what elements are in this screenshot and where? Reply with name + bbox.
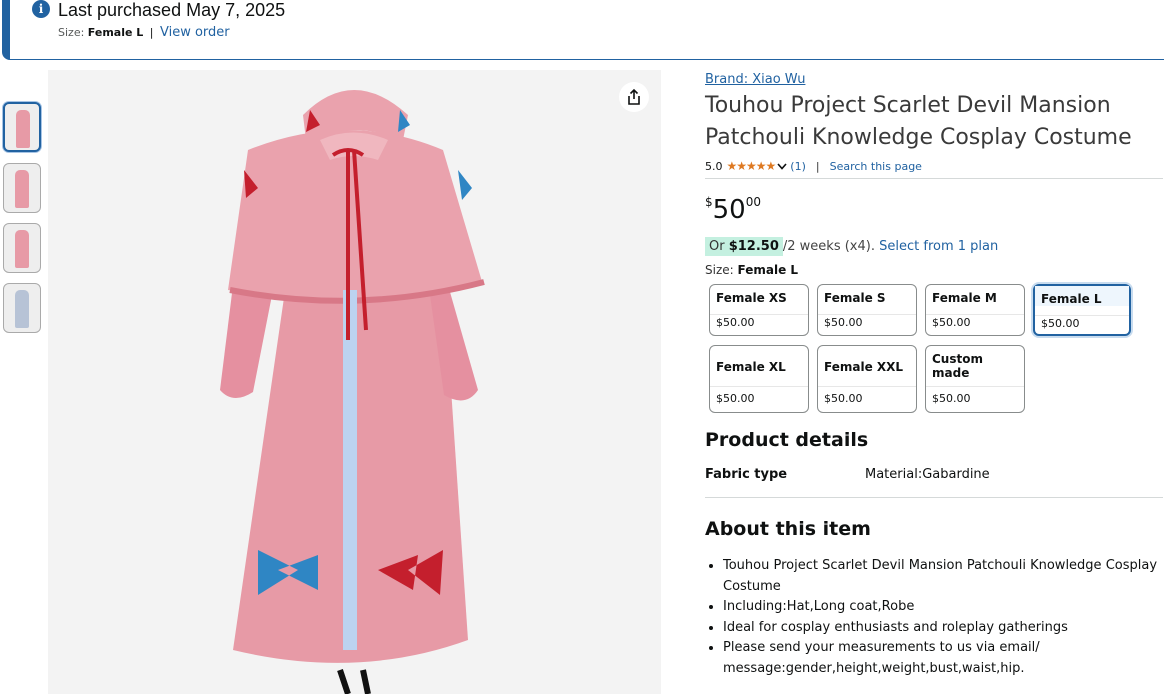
size-option-female-m[interactable]: Female M $50.00 xyxy=(925,284,1025,336)
about-bullet: Please send your measurements to us via … xyxy=(723,638,1164,679)
about-bullet: Ideal for cosplay enthusiasts and rolepl… xyxy=(723,618,1164,639)
separator: | xyxy=(815,159,820,173)
size-option-female-xl[interactable]: Female XL $50.00 xyxy=(709,345,809,413)
size-option-female-xxl[interactable]: Female XXL $50.00 xyxy=(817,345,917,413)
divider xyxy=(818,386,916,387)
thumbnail-4[interactable] xyxy=(3,283,41,333)
thumbnail-costume-image xyxy=(15,290,29,328)
product-details-heading: Product details xyxy=(705,429,869,451)
search-page-link[interactable]: Search this page xyxy=(830,160,922,173)
size-option-name: Female XL xyxy=(716,360,786,374)
price-symbol: $ xyxy=(705,195,713,209)
plan-or: Or xyxy=(709,239,725,254)
about-bullet: Touhou Project Scarlet Devil Mansion Pat… xyxy=(723,556,1164,597)
price: $5000 xyxy=(705,195,761,225)
select-plan-link[interactable]: Select from 1 plan xyxy=(879,239,998,254)
divider xyxy=(710,386,808,387)
star-rating-icon[interactable]: ★★★★★ xyxy=(727,159,777,173)
size-option-female-l[interactable]: Female L $50.00 xyxy=(1033,284,1131,336)
purchased-size-label: Size: xyxy=(58,26,85,39)
size-option-price: $50.00 xyxy=(932,316,971,329)
installment-plan: Or $12.50/2 weeks (x4). Select from 1 pl… xyxy=(705,237,998,256)
size-option-name: Female M xyxy=(932,291,997,305)
plan-terms: /2 weeks (x4). xyxy=(782,239,875,254)
selected-size: Female L xyxy=(737,263,799,277)
info-icon: i xyxy=(32,0,50,18)
size-option-name: Female XXL xyxy=(824,360,904,374)
about-bullets: Touhou Project Scarlet Devil Mansion Pat… xyxy=(705,556,1164,679)
costume-illustration xyxy=(220,90,485,694)
purchased-size-value: Female L xyxy=(87,26,144,39)
size-label: Size: xyxy=(705,263,734,277)
size-option-price: $50.00 xyxy=(824,392,863,405)
share-icon xyxy=(628,88,640,105)
separator: | xyxy=(149,26,154,39)
plan-amount: $12.50 xyxy=(728,239,779,254)
price-fraction: 00 xyxy=(745,195,762,209)
size-option-price: $50.00 xyxy=(716,316,755,329)
thumbnail-costume-image xyxy=(15,230,29,268)
size-option-female-xs[interactable]: Female XS $50.00 xyxy=(709,284,809,336)
divider xyxy=(705,497,1163,498)
thumbnail-2[interactable] xyxy=(3,163,41,213)
brand-link[interactable]: Brand: Xiao Wu xyxy=(705,72,805,87)
divider xyxy=(705,178,1163,179)
size-option-name: Female XS xyxy=(716,291,787,305)
view-order-link[interactable]: View order xyxy=(160,25,230,40)
product-title: Touhou Project Scarlet Devil Mansion Pat… xyxy=(705,93,1132,150)
purchased-size-line: Size: Female L | View order xyxy=(58,25,230,40)
thumbnail-1[interactable] xyxy=(3,102,41,152)
about-heading: About this item xyxy=(705,518,871,540)
size-option-custom-made[interactable]: Custom made $50.00 xyxy=(925,345,1025,413)
fabric-type-value: Material:Gabardine xyxy=(865,467,990,482)
size-option-name: Custom made xyxy=(932,352,983,380)
share-button[interactable] xyxy=(619,82,649,112)
main-product-image[interactable] xyxy=(48,70,661,694)
size-selector-label: Size: Female L xyxy=(705,263,798,277)
rating-value: 5.0 xyxy=(705,159,723,173)
rating-row: 5.0 ★★★★★ (1) | Search this page xyxy=(705,159,922,173)
fabric-type-label: Fabric type xyxy=(705,467,788,482)
size-option-price: $50.00 xyxy=(1041,317,1080,330)
divider xyxy=(926,314,1024,315)
rating-count-link[interactable]: (1) xyxy=(790,160,806,173)
size-option-price: $50.00 xyxy=(716,392,755,405)
plan-highlight: Or $12.50 xyxy=(705,237,783,256)
last-purchased-text: Last purchased May 7, 2025 xyxy=(58,0,286,20)
size-option-price: $50.00 xyxy=(932,392,971,405)
size-option-name: Female S xyxy=(824,291,886,305)
thumbnail-costume-image xyxy=(15,170,29,208)
divider xyxy=(926,386,1024,387)
chevron-down-icon[interactable] xyxy=(777,160,787,173)
size-option-price: $50.00 xyxy=(824,316,863,329)
divider xyxy=(1035,315,1129,316)
price-whole: 50 xyxy=(712,195,746,225)
divider xyxy=(818,314,916,315)
thumbnail-3[interactable] xyxy=(3,223,41,273)
divider xyxy=(710,314,808,315)
thumbnail-costume-image xyxy=(16,110,30,148)
size-option-female-s[interactable]: Female S $50.00 xyxy=(817,284,917,336)
size-option-name: Female L xyxy=(1035,286,1129,306)
about-bullet: Including:Hat,Long coat,Robe xyxy=(723,597,1164,618)
